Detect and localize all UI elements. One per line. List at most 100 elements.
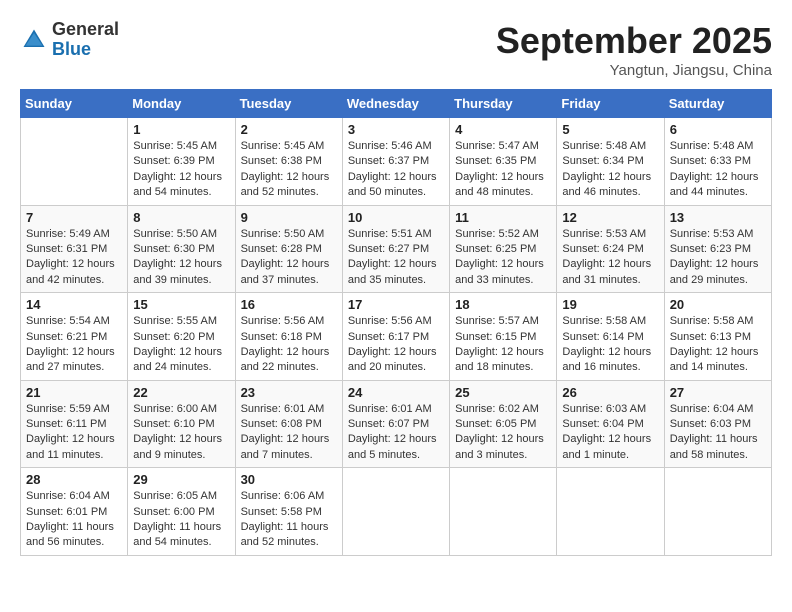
calendar-cell: 15 Sunrise: 5:55 AM Sunset: 6:20 PM Dayli…: [128, 293, 235, 381]
day-info: Sunrise: 6:01 AM Sunset: 6:07 PM Dayligh…: [348, 402, 444, 464]
day-info: Sunrise: 5:50 AM Sunset: 6:30 PM Dayligh…: [133, 227, 229, 289]
day-number: 9: [241, 210, 337, 225]
day-info: Sunrise: 6:06 AM Sunset: 5:58 PM Dayligh…: [241, 489, 337, 551]
calendar-cell: 12 Sunrise: 5:53 AM Sunset: 6:24 PM Dayli…: [557, 205, 664, 293]
day-info: Sunrise: 5:45 AM Sunset: 6:39 PM Dayligh…: [133, 139, 229, 201]
day-number: 19: [562, 297, 658, 312]
calendar-cell: 7Sunrise: 5:49 AM Sunset: 6:31 PM Daylig…: [21, 205, 128, 293]
calendar-cell: 2 Sunrise: 5:45 AM Sunset: 6:38 PM Daylig…: [235, 118, 342, 206]
logo: General Blue: [20, 20, 119, 60]
location: Yangtun, Jiangsu, China: [496, 62, 772, 79]
day-number: 2: [241, 122, 337, 137]
weekday-header-cell: Friday: [557, 90, 664, 118]
day-info: Sunrise: 5:55 AM Sunset: 6:20 PM Dayligh…: [133, 314, 229, 376]
day-number: 17: [348, 297, 444, 312]
day-info: Sunrise: 6:01 AM Sunset: 6:08 PM Dayligh…: [241, 402, 337, 464]
day-info: Sunrise: 5:54 AM Sunset: 6:21 PM Dayligh…: [26, 314, 122, 376]
day-number: 13: [670, 210, 766, 225]
calendar-cell: 6Sunrise: 5:48 AM Sunset: 6:33 PM Daylig…: [664, 118, 771, 206]
calendar-cell: [557, 468, 664, 556]
day-info: Sunrise: 5:58 AM Sunset: 6:14 PM Dayligh…: [562, 314, 658, 376]
day-info: Sunrise: 6:05 AM Sunset: 6:00 PM Dayligh…: [133, 489, 229, 551]
calendar-cell: [450, 468, 557, 556]
day-number: 28: [26, 472, 122, 487]
calendar-cell: 3 Sunrise: 5:46 AM Sunset: 6:37 PM Daylig…: [342, 118, 449, 206]
weekday-header-cell: Saturday: [664, 90, 771, 118]
calendar-cell: 17 Sunrise: 5:56 AM Sunset: 6:17 PM Dayli…: [342, 293, 449, 381]
day-info: Sunrise: 5:53 AM Sunset: 6:23 PM Dayligh…: [670, 227, 766, 289]
day-number: 23: [241, 385, 337, 400]
day-number: 25: [455, 385, 551, 400]
day-number: 15: [133, 297, 229, 312]
logo-icon: [20, 26, 48, 54]
day-number: 3: [348, 122, 444, 137]
calendar-cell: 9 Sunrise: 5:50 AM Sunset: 6:28 PM Daylig…: [235, 205, 342, 293]
day-number: 29: [133, 472, 229, 487]
day-info: Sunrise: 6:00 AM Sunset: 6:10 PM Dayligh…: [133, 402, 229, 464]
day-info: Sunrise: 5:59 AM Sunset: 6:11 PM Dayligh…: [26, 402, 122, 464]
day-number: 20: [670, 297, 766, 312]
weekday-header-cell: Wednesday: [342, 90, 449, 118]
day-info: Sunrise: 5:50 AM Sunset: 6:28 PM Dayligh…: [241, 227, 337, 289]
calendar-cell: 16Sunrise: 5:56 AM Sunset: 6:18 PM Dayli…: [235, 293, 342, 381]
day-number: 16: [241, 297, 337, 312]
calendar-cell: 20 Sunrise: 5:58 AM Sunset: 6:13 PM Dayli…: [664, 293, 771, 381]
calendar-week-row: 7Sunrise: 5:49 AM Sunset: 6:31 PM Daylig…: [21, 205, 772, 293]
day-info: Sunrise: 5:56 AM Sunset: 6:17 PM Dayligh…: [348, 314, 444, 376]
calendar-cell: 1 Sunrise: 5:45 AM Sunset: 6:39 PM Daylig…: [128, 118, 235, 206]
calendar-cell: [342, 468, 449, 556]
calendar-week-row: 1 Sunrise: 5:45 AM Sunset: 6:39 PM Daylig…: [21, 118, 772, 206]
day-info: Sunrise: 5:58 AM Sunset: 6:13 PM Dayligh…: [670, 314, 766, 376]
day-info: Sunrise: 5:49 AM Sunset: 6:31 PM Dayligh…: [26, 227, 122, 289]
calendar-cell: 28 Sunrise: 6:04 AM Sunset: 6:01 PM Dayli…: [21, 468, 128, 556]
day-number: 1: [133, 122, 229, 137]
day-number: 26: [562, 385, 658, 400]
calendar-cell: [664, 468, 771, 556]
calendar-cell: [21, 118, 128, 206]
calendar-cell: 29 Sunrise: 6:05 AM Sunset: 6:00 PM Dayli…: [128, 468, 235, 556]
weekday-header-cell: Sunday: [21, 90, 128, 118]
day-info: Sunrise: 5:53 AM Sunset: 6:24 PM Dayligh…: [562, 227, 658, 289]
day-number: 21: [26, 385, 122, 400]
day-info: Sunrise: 5:45 AM Sunset: 6:38 PM Dayligh…: [241, 139, 337, 201]
day-info: Sunrise: 5:48 AM Sunset: 6:34 PM Dayligh…: [562, 139, 658, 201]
day-info: Sunrise: 5:47 AM Sunset: 6:35 PM Dayligh…: [455, 139, 551, 201]
logo-text: General Blue: [52, 20, 119, 60]
day-number: 24: [348, 385, 444, 400]
day-number: 14: [26, 297, 122, 312]
day-number: 27: [670, 385, 766, 400]
calendar-cell: 22 Sunrise: 6:00 AM Sunset: 6:10 PM Dayli…: [128, 380, 235, 468]
day-info: Sunrise: 5:51 AM Sunset: 6:27 PM Dayligh…: [348, 227, 444, 289]
day-info: Sunrise: 6:04 AM Sunset: 6:01 PM Dayligh…: [26, 489, 122, 551]
calendar-cell: 26 Sunrise: 6:03 AM Sunset: 6:04 PM Dayli…: [557, 380, 664, 468]
calendar-table: SundayMondayTuesdayWednesdayThursdayFrid…: [20, 89, 772, 556]
day-info: Sunrise: 5:48 AM Sunset: 6:33 PM Dayligh…: [670, 139, 766, 201]
day-number: 30: [241, 472, 337, 487]
calendar-cell: 25Sunrise: 6:02 AM Sunset: 6:05 PM Dayli…: [450, 380, 557, 468]
month-title: September 2025: [496, 20, 772, 62]
day-info: Sunrise: 6:04 AM Sunset: 6:03 PM Dayligh…: [670, 402, 766, 464]
day-number: 18: [455, 297, 551, 312]
calendar-cell: 5Sunrise: 5:48 AM Sunset: 6:34 PM Daylig…: [557, 118, 664, 206]
day-number: 4: [455, 122, 551, 137]
calendar-cell: 30 Sunrise: 6:06 AM Sunset: 5:58 PM Dayli…: [235, 468, 342, 556]
day-number: 22: [133, 385, 229, 400]
page-header: General Blue September 2025 Yangtun, Jia…: [20, 20, 772, 79]
weekday-header-cell: Tuesday: [235, 90, 342, 118]
calendar-cell: 10 Sunrise: 5:51 AM Sunset: 6:27 PM Dayli…: [342, 205, 449, 293]
calendar-cell: 19 Sunrise: 5:58 AM Sunset: 6:14 PM Dayli…: [557, 293, 664, 381]
weekday-header-cell: Monday: [128, 90, 235, 118]
weekday-header-row: SundayMondayTuesdayWednesdayThursdayFrid…: [21, 90, 772, 118]
day-number: 12: [562, 210, 658, 225]
calendar-cell: 27 Sunrise: 6:04 AM Sunset: 6:03 PM Dayli…: [664, 380, 771, 468]
day-number: 10: [348, 210, 444, 225]
day-info: Sunrise: 5:52 AM Sunset: 6:25 PM Dayligh…: [455, 227, 551, 289]
calendar-cell: 18Sunrise: 5:57 AM Sunset: 6:15 PM Dayli…: [450, 293, 557, 381]
calendar-week-row: 21 Sunrise: 5:59 AM Sunset: 6:11 PM Dayli…: [21, 380, 772, 468]
day-info: Sunrise: 6:03 AM Sunset: 6:04 PM Dayligh…: [562, 402, 658, 464]
calendar-cell: 24 Sunrise: 6:01 AM Sunset: 6:07 PM Dayli…: [342, 380, 449, 468]
calendar-cell: 11Sunrise: 5:52 AM Sunset: 6:25 PM Dayli…: [450, 205, 557, 293]
calendar-cell: 13 Sunrise: 5:53 AM Sunset: 6:23 PM Dayli…: [664, 205, 771, 293]
day-info: Sunrise: 5:46 AM Sunset: 6:37 PM Dayligh…: [348, 139, 444, 201]
calendar-cell: 4 Sunrise: 5:47 AM Sunset: 6:35 PM Daylig…: [450, 118, 557, 206]
